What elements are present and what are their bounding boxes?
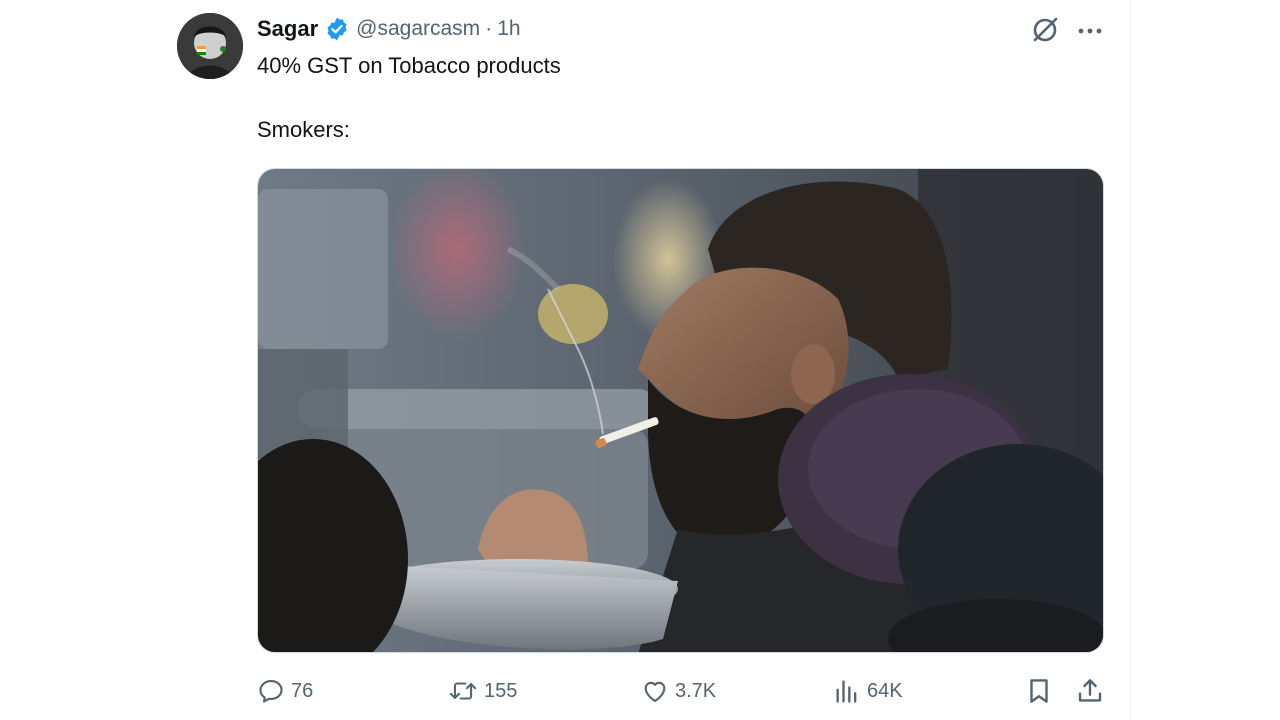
views-button[interactable]: 64K (833, 672, 903, 710)
avatar-image (177, 13, 243, 79)
share-icon (1078, 679, 1102, 702)
column-divider (1130, 0, 1131, 720)
avatar[interactable] (177, 13, 243, 79)
tweet-text-line-2: Smokers: (257, 117, 350, 142)
tweet-media-photo[interactable] (257, 168, 1104, 653)
more-options-icon[interactable] (1075, 16, 1105, 46)
retweet-button[interactable]: 155 (448, 672, 517, 710)
views-count: 64K (867, 679, 903, 702)
share-button[interactable] (1075, 672, 1111, 710)
timestamp[interactable]: 1h (497, 17, 520, 41)
grok-icon[interactable] (1030, 15, 1060, 45)
separator-dot: · (485, 17, 493, 40)
retweet-icon (449, 682, 477, 700)
photo-image (258, 169, 1103, 652)
views-icon (836, 680, 857, 703)
verified-badge-icon (327, 17, 347, 41)
tweet-text-line-1: 40% GST on Tobacco products (257, 53, 561, 78)
heart-icon (644, 681, 666, 702)
bookmark-icon (1030, 679, 1048, 703)
bookmark-button[interactable] (1024, 672, 1060, 710)
author-handle[interactable]: @sagarcasm (356, 17, 480, 41)
reply-icon (259, 680, 283, 703)
retweet-count: 155 (484, 679, 518, 702)
like-count: 3.7K (675, 679, 717, 702)
tweet-page: Sagar @sagarcasm · 1h 40% GST on Tobacco… (0, 0, 1280, 720)
tweet-header: Sagar @sagarcasm · 1h (257, 14, 521, 44)
reply-count: 76 (291, 679, 314, 702)
reply-button[interactable]: 76 (257, 672, 313, 710)
author-name[interactable]: Sagar (257, 16, 318, 42)
text-gap (257, 82, 1097, 114)
tweet-text: 40% GST on Tobacco products Smokers: (257, 50, 1097, 146)
like-button[interactable]: 3.7K (641, 672, 716, 710)
